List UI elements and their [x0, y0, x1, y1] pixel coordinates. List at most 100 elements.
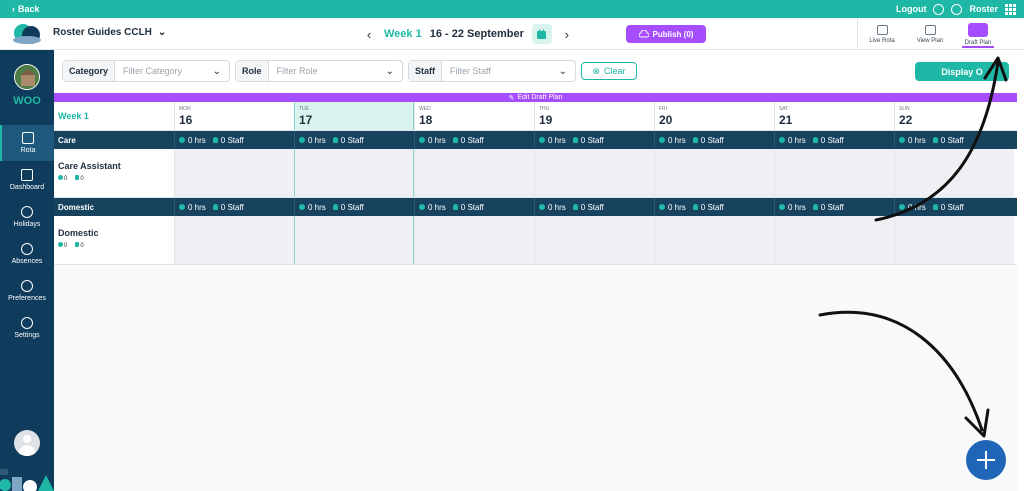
top-bar: ‹ Back Logout Roster [0, 0, 1024, 18]
sidebar-item-settings[interactable]: Settings [0, 310, 54, 346]
tab-label: Live Rota [869, 37, 895, 44]
hours-total: 0 hrs [908, 135, 926, 145]
brand-name: WOO [13, 95, 41, 107]
prev-week-button[interactable]: ‹ [362, 27, 376, 42]
pencil-icon: ✎ [508, 94, 515, 102]
staff-select[interactable]: Filter Staff ⌄ [442, 61, 575, 81]
chevron-down-icon: ⌄ [385, 65, 394, 77]
person-icon [572, 204, 578, 210]
category-day-summary: 0 hrs 0 Staff [534, 131, 654, 149]
category-filter[interactable]: Category Filter Category ⌄ [62, 60, 230, 82]
clock-icon [659, 137, 665, 143]
shift-cell[interactable] [654, 149, 774, 197]
day-name: WED [419, 106, 431, 112]
shift-cell[interactable] [294, 149, 414, 197]
meta-value: 0 [80, 176, 84, 182]
filter-bar: Category Filter Category ⌄ Role Filter R… [54, 50, 1024, 93]
logout-icon[interactable] [933, 3, 945, 15]
staff-total: 0 Staff [220, 202, 244, 212]
shift-cell[interactable] [894, 149, 1014, 197]
category-select[interactable]: Filter Category ⌄ [115, 61, 229, 81]
role-filter[interactable]: Role Filter Role ⌄ [235, 60, 403, 82]
publish-label: Publish (0) [652, 29, 694, 39]
shift-cell[interactable] [894, 216, 1014, 264]
page-header: Roster Guides CCLH ⌄ ‹ Week 1 16 - 22 Se… [0, 18, 1024, 50]
staff-total: 0 Staff [820, 135, 844, 145]
clock-icon [899, 204, 905, 210]
clock-icon [179, 137, 185, 143]
clock-icon [779, 204, 785, 210]
clear-circle-icon: ⊗ [592, 65, 601, 76]
hours-total: 0 hrs [308, 135, 326, 145]
publish-button[interactable]: Publish (0) [626, 25, 706, 43]
staff-total: 0 Staff [820, 202, 844, 212]
absence-icon [21, 243, 33, 255]
shift-cell[interactable] [774, 149, 894, 197]
sidebar-item-label: Settings [14, 332, 40, 339]
shift-cell[interactable] [534, 149, 654, 197]
shift-cell[interactable] [414, 149, 534, 197]
clear-button[interactable]: ⊗ Clear [581, 62, 637, 80]
clock-icon [419, 137, 425, 143]
chevron-left-icon: ‹ [12, 4, 15, 14]
day-number: 16 [179, 113, 193, 127]
back-link[interactable]: ‹ Back [12, 4, 40, 14]
clock-icon [899, 137, 905, 143]
shift-cell[interactable] [654, 216, 774, 264]
edit-draft-plan-strip[interactable]: ✎ Edit Draft Plan [54, 93, 1017, 102]
empty-canvas-area [54, 266, 1017, 491]
category-day-summary: 0 hrs 0 Staff [414, 131, 534, 149]
sidebar-item-rota[interactable]: Rota [0, 125, 54, 161]
display-options-button[interactable]: Display O [915, 62, 1009, 81]
sidebar-item-dashboard[interactable]: Dashboard [0, 162, 54, 198]
category-day-summary: 0 hrs 0 Staff [294, 131, 414, 149]
role-select[interactable]: Filter Role ⌄ [268, 61, 402, 81]
shift-cell[interactable] [294, 216, 414, 264]
shift-cell[interactable] [414, 216, 534, 264]
role-name: Care Assistant [58, 161, 121, 171]
gear-icon [21, 317, 33, 329]
logout-button[interactable]: Logout [896, 4, 927, 14]
day-name: MON [179, 106, 191, 112]
role-meta-count: 0 [75, 242, 84, 249]
tab-draft-plan[interactable]: Draft Plan [954, 18, 1002, 50]
org-selector[interactable]: Roster Guides CCLH ⌄ [53, 27, 166, 38]
tab-view-plan[interactable]: View Plan [906, 18, 954, 50]
day-header-mon: MON 16 [174, 102, 294, 130]
date-range: 16 - 22 September [429, 28, 524, 40]
apps-grid-icon[interactable] [1005, 3, 1016, 15]
shift-cell[interactable] [534, 216, 654, 264]
user-avatar[interactable] [14, 430, 40, 456]
shift-cell[interactable] [174, 149, 294, 197]
draft-strip-label: Edit Draft Plan [517, 94, 563, 101]
role-name: Domestic [58, 228, 99, 238]
role-row: Care Assistant 0 0 [54, 149, 1017, 198]
person-icon [932, 204, 938, 210]
sidebar-item-label: Absences [11, 258, 43, 265]
staff-filter[interactable]: Staff Filter Staff ⌄ [408, 60, 576, 82]
sidebar-item-preferences[interactable]: Preferences [0, 273, 54, 309]
shift-cell[interactable] [774, 216, 894, 264]
meta-value: 0 [64, 176, 68, 182]
calendar-button[interactable] [531, 24, 552, 44]
org-avatar[interactable] [14, 64, 40, 90]
category-day-summary: 0 hrs 0 Staff [774, 131, 894, 149]
calendar-icon [22, 132, 34, 144]
add-button[interactable] [966, 440, 1006, 480]
tab-live-rota[interactable]: Live Rota [858, 18, 906, 50]
staff-placeholder: Filter Staff [450, 66, 491, 76]
next-week-button[interactable]: › [560, 27, 574, 42]
gear-icon[interactable] [951, 3, 963, 15]
rota-grid: Week 1 MON 16 TUE 17 WED 18 THU 19 FRI 20 SAT… [54, 102, 1017, 265]
calendar-icon [537, 29, 547, 39]
preferences-icon [21, 280, 33, 292]
sidebar-item-holidays[interactable]: Holidays [0, 199, 54, 235]
clock-icon [539, 204, 545, 210]
day-name: TUE [299, 106, 309, 112]
category-day-summary: 0 hrs 0 Staff [654, 131, 774, 149]
sidebar-item-absences[interactable]: Absences [0, 236, 54, 272]
badge-icon [75, 175, 80, 180]
person-icon [212, 137, 218, 143]
shift-cell[interactable] [174, 216, 294, 264]
meta-value: 0 [80, 243, 84, 249]
